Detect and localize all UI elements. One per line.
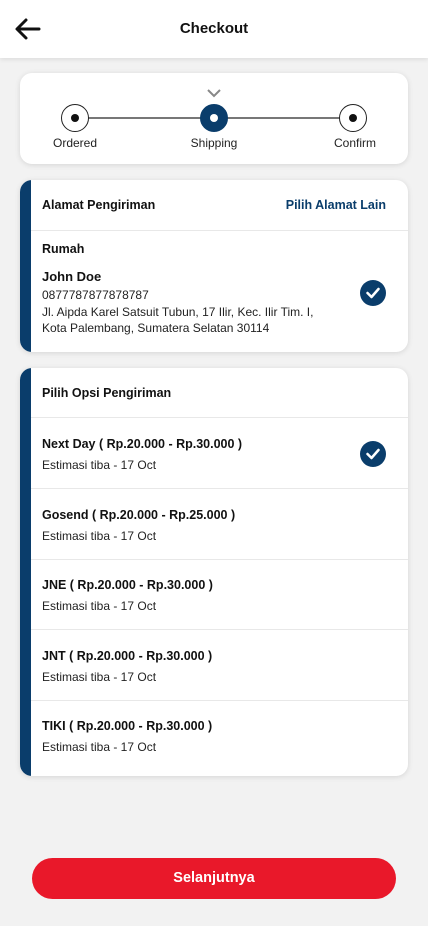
recipient-name: John Doe: [42, 269, 102, 284]
option-selected-check-icon: [360, 441, 386, 467]
option-eta: Estimasi tiba - 17 Oct: [42, 740, 157, 754]
shipping-option-gosend[interactable]: Gosend ( Rp.20.000 - Rp.25.000 ) Estimas…: [31, 489, 408, 559]
shipping-address-card: Alamat Pengiriman Pilih Alamat Lain Ruma…: [20, 180, 408, 352]
shipping-options-card: Pilih Opsi Pengiriman Next Day ( Rp.20.0…: [20, 368, 408, 776]
shipping-option-jne[interactable]: JNE ( Rp.20.000 - Rp.30.000 ) Estimasi t…: [31, 559, 408, 629]
step-shipping-indicator: [200, 104, 228, 132]
address-line-1: Jl. Aipda Karel Satsuit Tubun, 17 Ilir, …: [42, 305, 314, 319]
address-line-2: Kota Palembang, Sumatera Selatan 30114: [42, 321, 270, 335]
next-button[interactable]: Selanjutnya: [32, 858, 396, 899]
shipping-section-title: Pilih Opsi Pengiriman: [42, 386, 172, 400]
shipping-option-tiki[interactable]: TIKI ( Rp.20.000 - Rp.30.000 ) Estimasi …: [31, 700, 408, 770]
divider: [31, 230, 408, 231]
option-title: JNE ( Rp.20.000 - Rp.30.000 ): [42, 578, 213, 592]
shipping-option-next-day[interactable]: Next Day ( Rp.20.000 - Rp.30.000 ) Estim…: [31, 418, 408, 488]
choose-other-address-link[interactable]: Pilih Alamat Lain: [286, 198, 386, 212]
step-ordered-indicator: [61, 104, 89, 132]
step-confirm-indicator: [339, 104, 367, 132]
step-label-confirm: Confirm: [333, 136, 376, 150]
option-title: JNT ( Rp.20.000 - Rp.30.000 ): [42, 649, 213, 663]
option-title: Gosend ( Rp.20.000 - Rp.25.000 ): [42, 508, 236, 522]
page-title: Checkout: [179, 20, 249, 37]
app-header: Checkout: [0, 0, 428, 58]
option-title: TIKI ( Rp.20.000 - Rp.30.000 ): [42, 719, 213, 733]
chevron-down-icon: [207, 89, 221, 98]
address-label: Rumah: [42, 242, 85, 256]
option-eta: Estimasi tiba - 17 Oct: [42, 529, 157, 543]
option-eta: Estimasi tiba - 17 Oct: [42, 458, 157, 472]
recipient-phone: 0877787877878787: [42, 288, 149, 302]
option-title: Next Day ( Rp.20.000 - Rp.30.000 ): [42, 437, 243, 451]
step-label-ordered: Ordered: [52, 136, 98, 150]
shipping-option-jnt[interactable]: JNT ( Rp.20.000 - Rp.30.000 ) Estimasi t…: [31, 630, 408, 700]
option-eta: Estimasi tiba - 17 Oct: [42, 670, 157, 684]
option-eta: Estimasi tiba - 17 Oct: [42, 599, 157, 613]
checkout-stepper: Ordered Shipping Confirm: [20, 73, 408, 164]
step-label-shipping: Shipping: [190, 136, 238, 150]
address-selected-check-icon: [360, 280, 386, 306]
